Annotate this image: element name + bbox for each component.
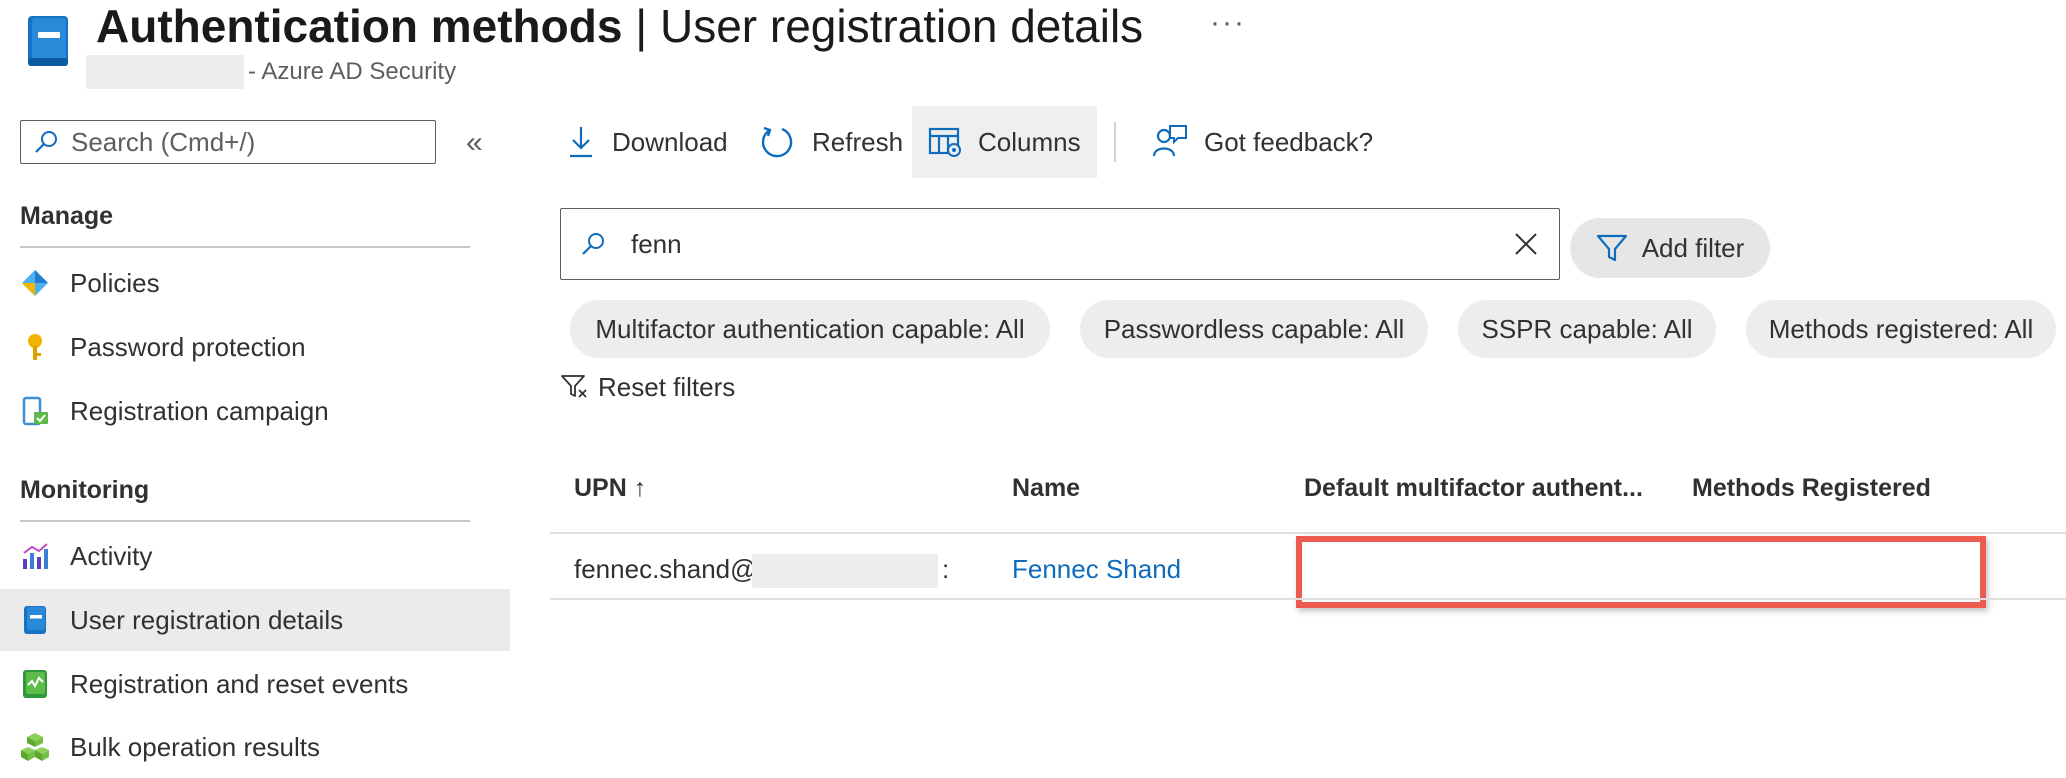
columns-button[interactable]: Columns <box>912 106 1097 178</box>
table-row-divider <box>550 598 2066 600</box>
sidebar-search[interactable] <box>20 120 436 164</box>
sidebar-item-activity[interactable]: Activity <box>0 525 510 587</box>
more-options-button[interactable]: ··· <box>1210 6 1246 40</box>
page-title-separator: | <box>622 0 660 52</box>
sidebar-item-policies[interactable]: Policies <box>0 252 510 314</box>
book-icon <box>20 605 50 635</box>
refresh-icon <box>760 124 796 160</box>
sidebar-item-label: Bulk operation results <box>70 731 321 762</box>
column-header-upn[interactable]: UPN ↑ <box>574 474 646 503</box>
cell-upn: fennec.shand@ <box>574 554 757 584</box>
page-subtitle: - Azure AD Security <box>248 58 457 85</box>
redacted-upn-domain <box>752 554 938 588</box>
search-icon <box>579 230 607 258</box>
download-button[interactable]: Download <box>566 106 728 178</box>
reset-filters-button[interactable]: Reset filters <box>560 368 735 406</box>
download-icon <box>566 124 596 160</box>
events-log-icon <box>20 669 50 699</box>
toolbar-divider <box>1114 122 1116 162</box>
section-heading-monitoring: Monitoring <box>20 476 150 504</box>
sidebar-item-label: Registration campaign <box>70 395 329 426</box>
column-header-default-mfa[interactable]: Default multifactor authent... <box>1304 474 1643 503</box>
clear-search-icon[interactable] <box>1513 231 1539 257</box>
feedback-label: Got feedback? <box>1204 126 1374 157</box>
column-header-methods-registered[interactable]: Methods Registered <box>1692 474 1931 503</box>
refresh-label: Refresh <box>812 126 904 157</box>
sidebar-item-label: Policies <box>70 267 160 298</box>
filter-icon <box>1596 232 1628 264</box>
filter-pill-mfa-capable[interactable]: Multifactor authentication capable: All <box>570 300 1050 358</box>
sidebar-item-bulk-operation-results[interactable]: Bulk operation results <box>0 716 510 778</box>
download-label: Download <box>612 126 728 157</box>
table-header-divider <box>550 532 2066 534</box>
filter-pill-sspr-capable[interactable]: SSPR capable: All <box>1458 300 1716 358</box>
sidebar-item-registration-and-reset-events[interactable]: Registration and reset events <box>0 653 510 715</box>
page-title: Authentication methods | User registrati… <box>96 0 1143 52</box>
sidebar-item-label: User registration details <box>70 604 344 635</box>
refresh-button[interactable]: Refresh <box>760 106 903 178</box>
sidebar-item-label: Activity <box>70 540 153 571</box>
phone-check-icon <box>20 396 50 426</box>
activity-chart-icon <box>20 541 50 571</box>
filter-pill-methods-registered[interactable]: Methods registered: All <box>1746 300 2056 358</box>
sidebar-search-input[interactable] <box>71 126 431 158</box>
sidebar-item-label: Password protection <box>70 331 306 362</box>
columns-label: Columns <box>978 126 1081 157</box>
user-search-input[interactable] <box>631 228 1491 260</box>
reset-filters-label: Reset filters <box>598 371 736 402</box>
columns-icon <box>928 126 962 158</box>
add-filter-button[interactable]: Add filter <box>1570 218 1770 278</box>
column-header-name[interactable]: Name <box>1012 474 1080 503</box>
feedback-button[interactable]: Got feedback? <box>1152 106 1373 178</box>
cell-upn-suffix: : <box>942 554 950 584</box>
user-name-link[interactable]: Fennec Shand <box>1012 554 1181 585</box>
section-divider <box>20 520 470 522</box>
cubes-icon <box>20 732 50 762</box>
key-icon <box>20 332 50 362</box>
policies-icon <box>20 268 50 298</box>
collapse-sidebar-button[interactable]: « <box>466 126 483 160</box>
page-book-icon <box>26 14 70 68</box>
reset-filter-icon <box>560 373 588 401</box>
page-title-main: Authentication methods <box>96 0 623 52</box>
add-filter-label: Add filter <box>1641 232 1745 263</box>
search-icon <box>33 129 59 155</box>
section-heading-manage: Manage <box>20 202 114 230</box>
sidebar-item-password-protection[interactable]: Password protection <box>0 316 510 378</box>
filter-pill-passwordless-capable[interactable]: Passwordless capable: All <box>1080 300 1428 358</box>
sidebar-item-user-registration-details[interactable]: User registration details <box>0 589 510 651</box>
redacted-tenant-name <box>86 55 244 89</box>
page-title-sub: User registration details <box>659 0 1144 52</box>
sidebar-item-label: Registration and reset events <box>70 668 409 699</box>
section-divider <box>20 246 470 248</box>
user-search-box[interactable] <box>560 208 1560 280</box>
sidebar-item-registration-campaign[interactable]: Registration campaign <box>0 380 510 442</box>
feedback-icon <box>1152 124 1188 160</box>
